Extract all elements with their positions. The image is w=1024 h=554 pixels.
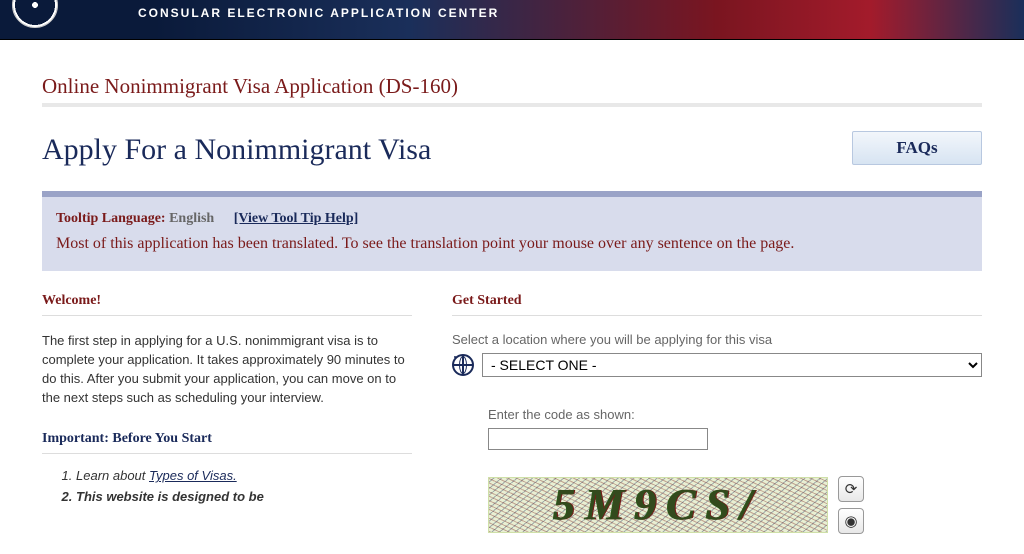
important-heading: Important: Before You Start [42,431,412,454]
list-item: Learn about Types of Visas. [76,468,412,483]
get-started-heading: Get Started [452,293,982,316]
tooltip-help-link[interactable]: [View Tool Tip Help] [234,211,359,226]
types-of-visas-link[interactable]: Types of Visas. [149,468,237,483]
app-title: Online Nonimmigrant Visa Application (DS… [42,74,982,99]
location-label: Select a location where you will be appl… [452,332,982,347]
language-bar: Tooltip Language: English [View Tool Tip… [42,191,982,271]
page-heading: Apply For a Nonimmigrant Visa [42,133,431,167]
captcha-input[interactable] [488,428,708,450]
captcha-image: 5M9CS/ [488,477,828,533]
tooltip-language-value: English [169,211,214,226]
captcha-audio-button[interactable]: ◉ [838,508,864,534]
speaker-icon: ◉ [844,512,857,530]
top-banner: CONSULAR ELECTRONIC APPLICATION CENTER [0,0,1024,40]
banner-org-text: CONSULAR ELECTRONIC APPLICATION CENTER [138,6,499,20]
captcha-refresh-button[interactable]: ⟳ [838,476,864,502]
globe-icon [452,354,474,376]
point2-text: This website is designed to be [76,489,264,504]
captcha-label: Enter the code as shown: [488,407,982,422]
welcome-text: The first step in applying for a U.S. no… [42,332,412,407]
location-select[interactable]: - SELECT ONE - [482,353,982,377]
translation-notice: Most of this application has been transl… [56,235,968,253]
faqs-button[interactable]: FAQs [852,131,982,165]
tooltip-language-label: Tooltip Language: [56,211,166,226]
point1-prefix: Learn about [76,468,149,483]
divider [42,103,982,107]
seal-icon [12,0,58,28]
welcome-heading: Welcome! [42,293,412,316]
list-item: This website is designed to be [76,489,412,504]
refresh-icon: ⟳ [845,480,858,498]
collapse-caret-icon[interactable] [934,191,952,197]
